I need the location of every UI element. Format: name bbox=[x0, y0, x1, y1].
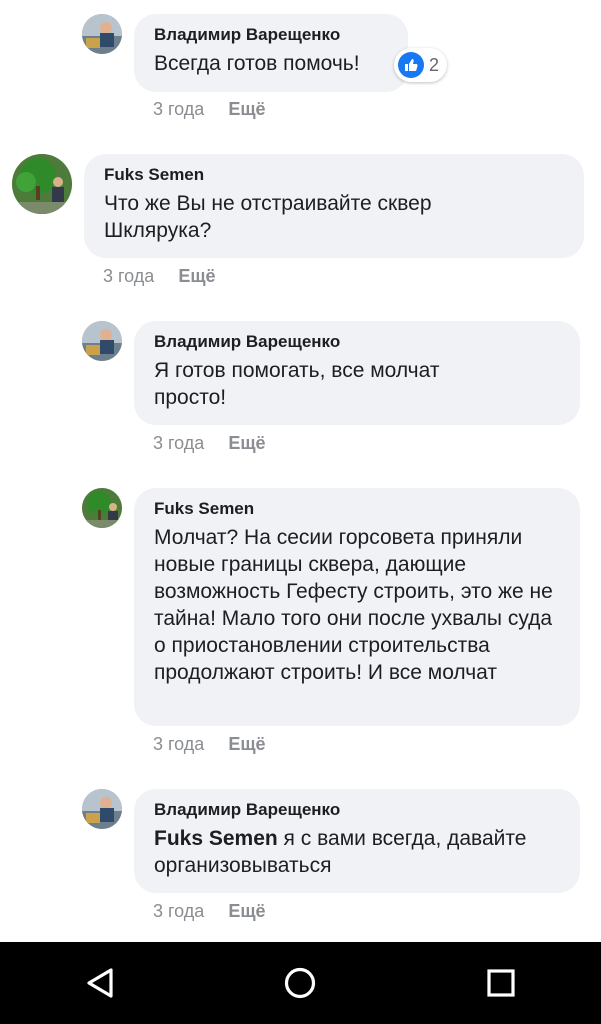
more-button[interactable]: Ещё bbox=[228, 99, 265, 119]
comment-meta: 3 года Ещё bbox=[103, 266, 216, 287]
comment-author[interactable]: Владимир Варещенко bbox=[154, 799, 560, 821]
recents-square-icon bbox=[487, 969, 515, 997]
comment-author[interactable]: Владимир Варещенко bbox=[154, 331, 560, 353]
more-button[interactable]: Ещё bbox=[228, 901, 265, 921]
recents-button[interactable] bbox=[471, 953, 531, 1013]
comment-text: Молчат? На сесии горсовета приняли новые… bbox=[154, 526, 553, 684]
comment-author[interactable]: Владимир Варещенко bbox=[154, 24, 388, 46]
avatar[interactable] bbox=[12, 154, 72, 214]
timestamp[interactable]: 3 года bbox=[153, 901, 204, 921]
comment-bubble[interactable]: Fuks Semen Что же Вы не отстраивайте скв… bbox=[84, 154, 584, 258]
comment-bubble[interactable]: Владимир Варещенко Fuks Semen я с вами в… bbox=[134, 789, 580, 893]
avatar[interactable] bbox=[82, 789, 122, 829]
timestamp[interactable]: 3 года bbox=[153, 99, 204, 119]
comment-text: Fuks Semen я с вами всегда, давайте орга… bbox=[154, 825, 569, 879]
like-icon bbox=[398, 52, 424, 78]
more-button[interactable]: Ещё bbox=[228, 734, 265, 754]
comment-meta: 3 года Ещё bbox=[153, 901, 266, 922]
home-circle-icon bbox=[285, 967, 316, 999]
timestamp[interactable]: 3 года bbox=[153, 433, 204, 453]
comment-text: Что же Вы не отстраивайте сквер Шклярука… bbox=[104, 192, 432, 242]
comment-bubble[interactable]: Владимир Варещенко Всегда готов помочь! bbox=[134, 14, 408, 92]
comment-bubble[interactable]: Fuks Semen Молчат? На сесии горсовета пр… bbox=[134, 488, 580, 726]
system-navigation-bar bbox=[0, 942, 601, 1024]
home-button[interactable] bbox=[270, 953, 330, 1013]
timestamp[interactable]: 3 года bbox=[103, 266, 154, 286]
back-triangle-icon bbox=[87, 968, 113, 998]
comment-bubble[interactable]: Владимир Варещенко Я готов помогать, все… bbox=[134, 321, 580, 425]
comment-meta: 3 года Ещё bbox=[153, 433, 266, 454]
avatar[interactable] bbox=[82, 321, 122, 361]
more-button[interactable]: Ещё bbox=[228, 433, 265, 453]
reaction-badge[interactable]: 2 bbox=[394, 48, 448, 82]
comment-author[interactable]: Fuks Semen bbox=[154, 498, 560, 520]
avatar[interactable] bbox=[82, 14, 122, 54]
reaction-count: 2 bbox=[429, 54, 440, 75]
avatar[interactable] bbox=[82, 488, 122, 528]
more-button[interactable]: Ещё bbox=[178, 266, 215, 286]
comment-meta: 3 года Ещё bbox=[153, 734, 266, 755]
comment-text: Всегда готов помочь! bbox=[154, 52, 360, 75]
comment-text: Я готов помогать, все молчат просто! bbox=[154, 359, 440, 409]
back-button[interactable] bbox=[70, 953, 130, 1013]
mention-link[interactable]: Fuks Semen bbox=[154, 827, 278, 850]
comment-author[interactable]: Fuks Semen bbox=[104, 164, 564, 186]
comment-meta: 3 года Ещё bbox=[153, 99, 266, 120]
timestamp[interactable]: 3 года bbox=[153, 734, 204, 754]
